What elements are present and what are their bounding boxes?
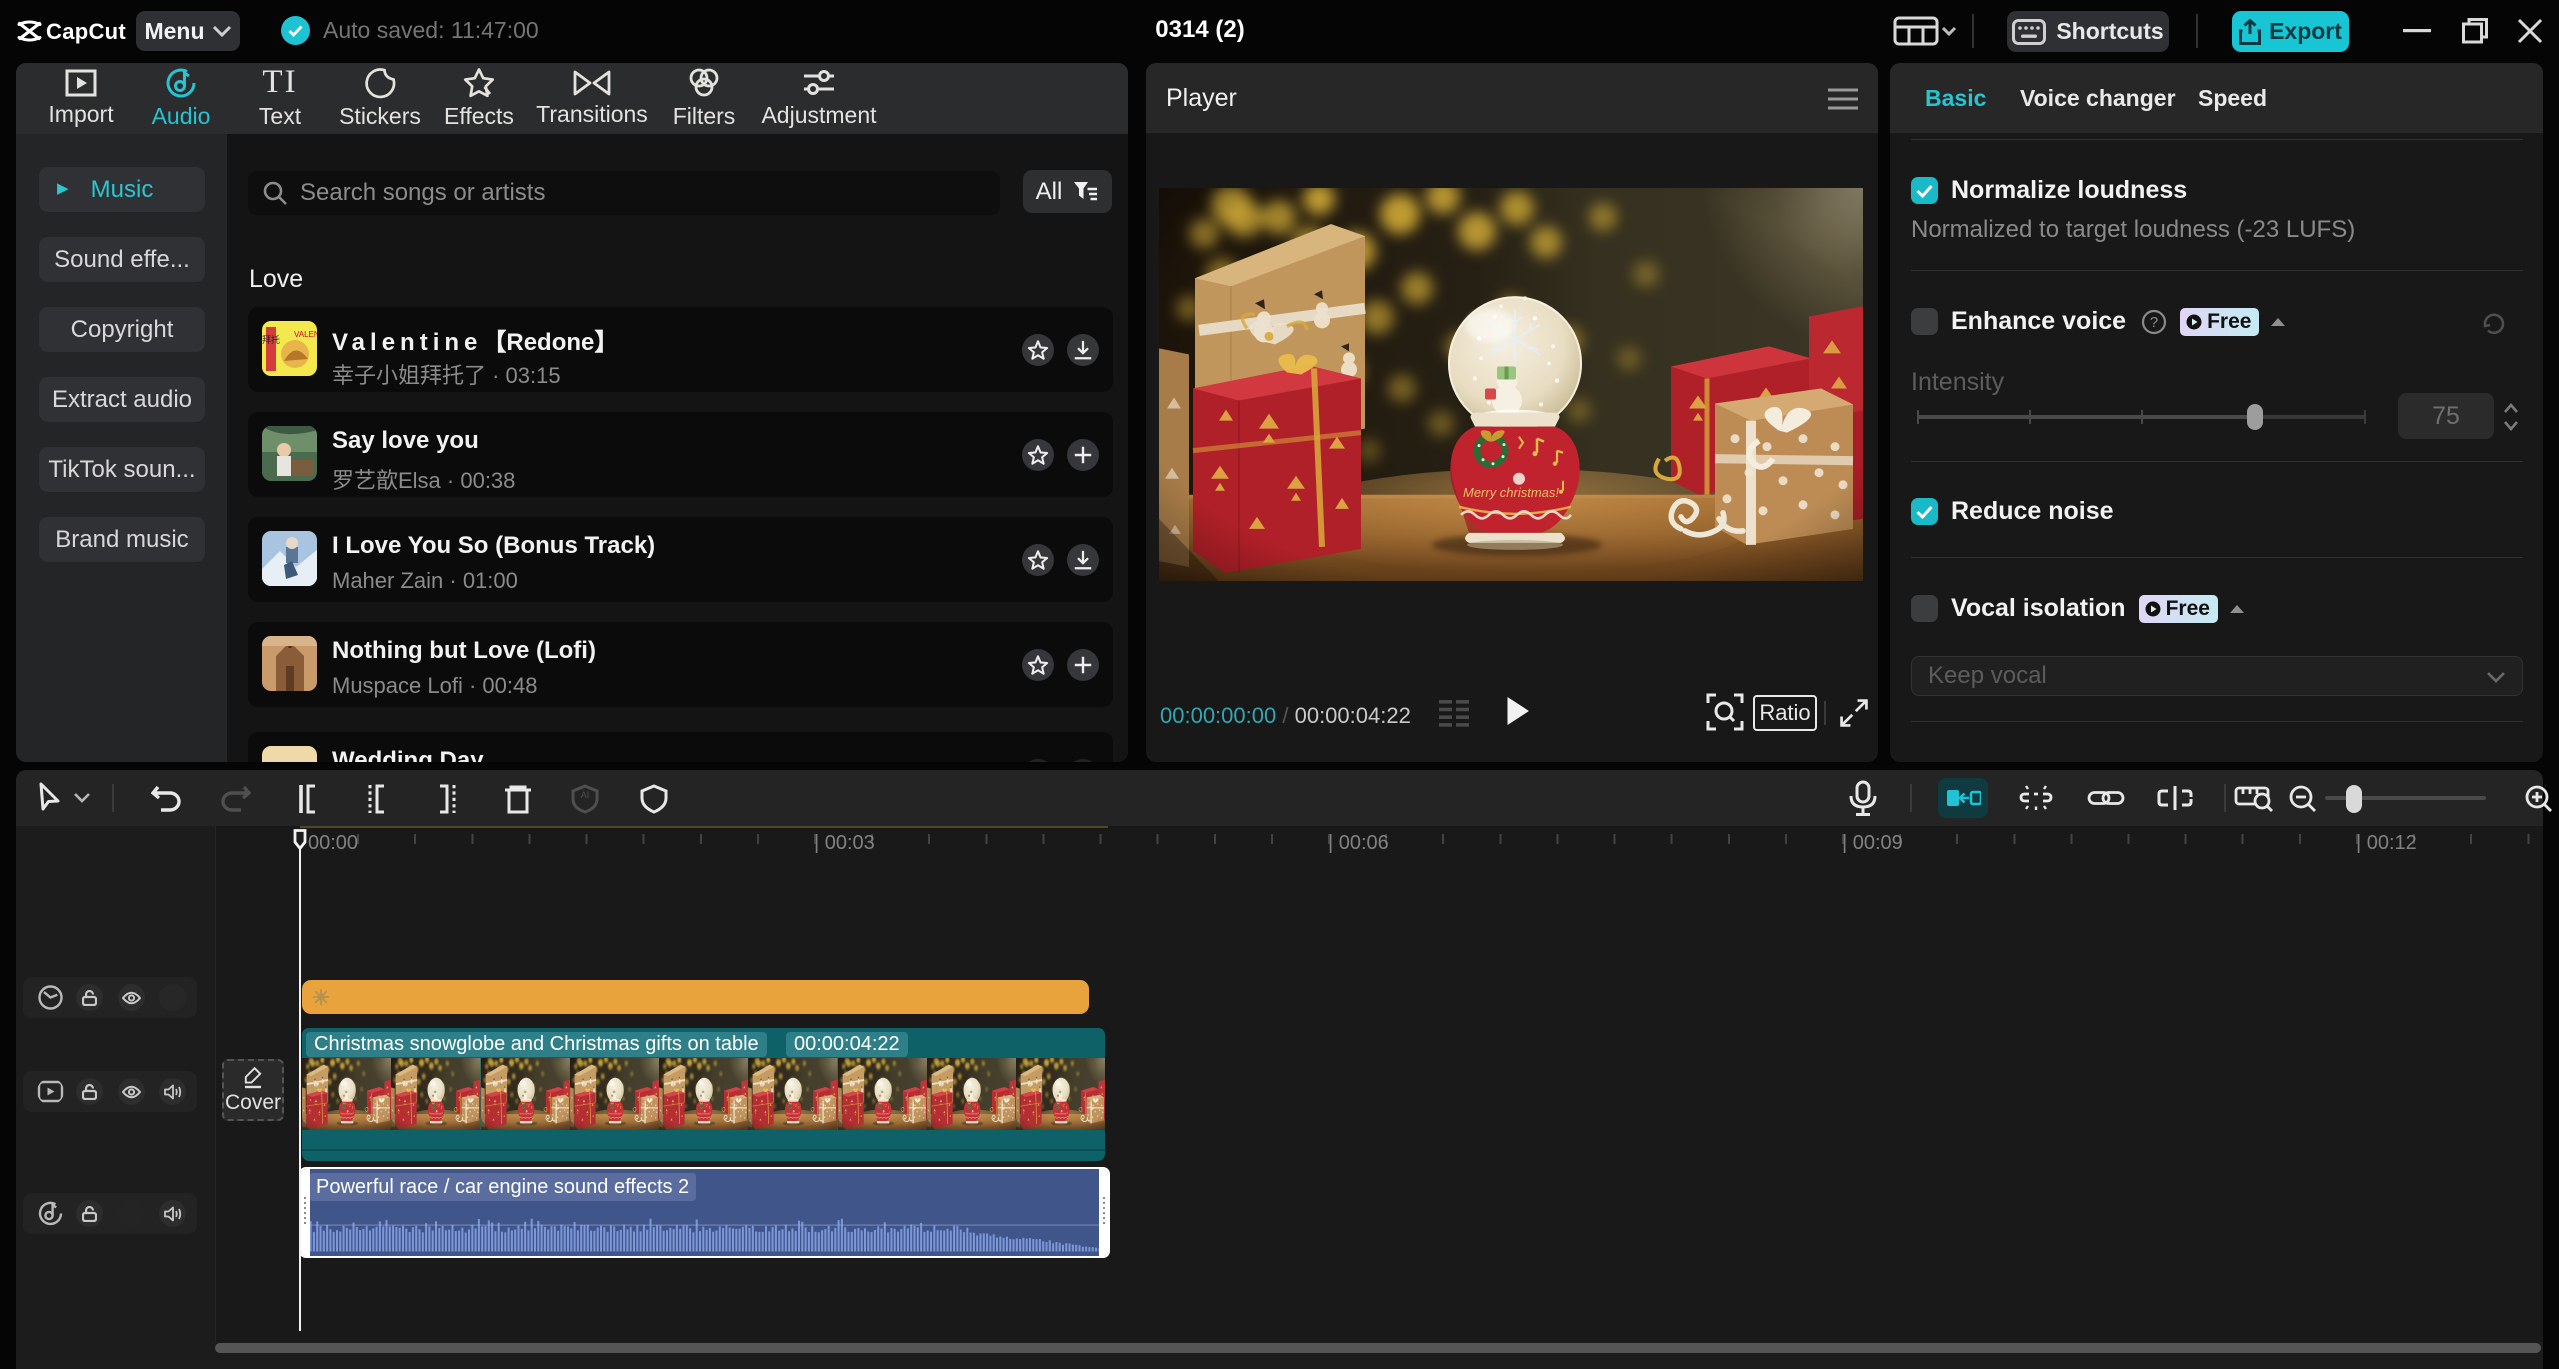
svg-text:VALENTINE: VALENTINE [294, 330, 317, 339]
svg-text:AI: AI [581, 790, 590, 800]
svg-text:?: ? [2150, 314, 2158, 331]
svg-text:拜托: 拜托 [262, 334, 280, 345]
